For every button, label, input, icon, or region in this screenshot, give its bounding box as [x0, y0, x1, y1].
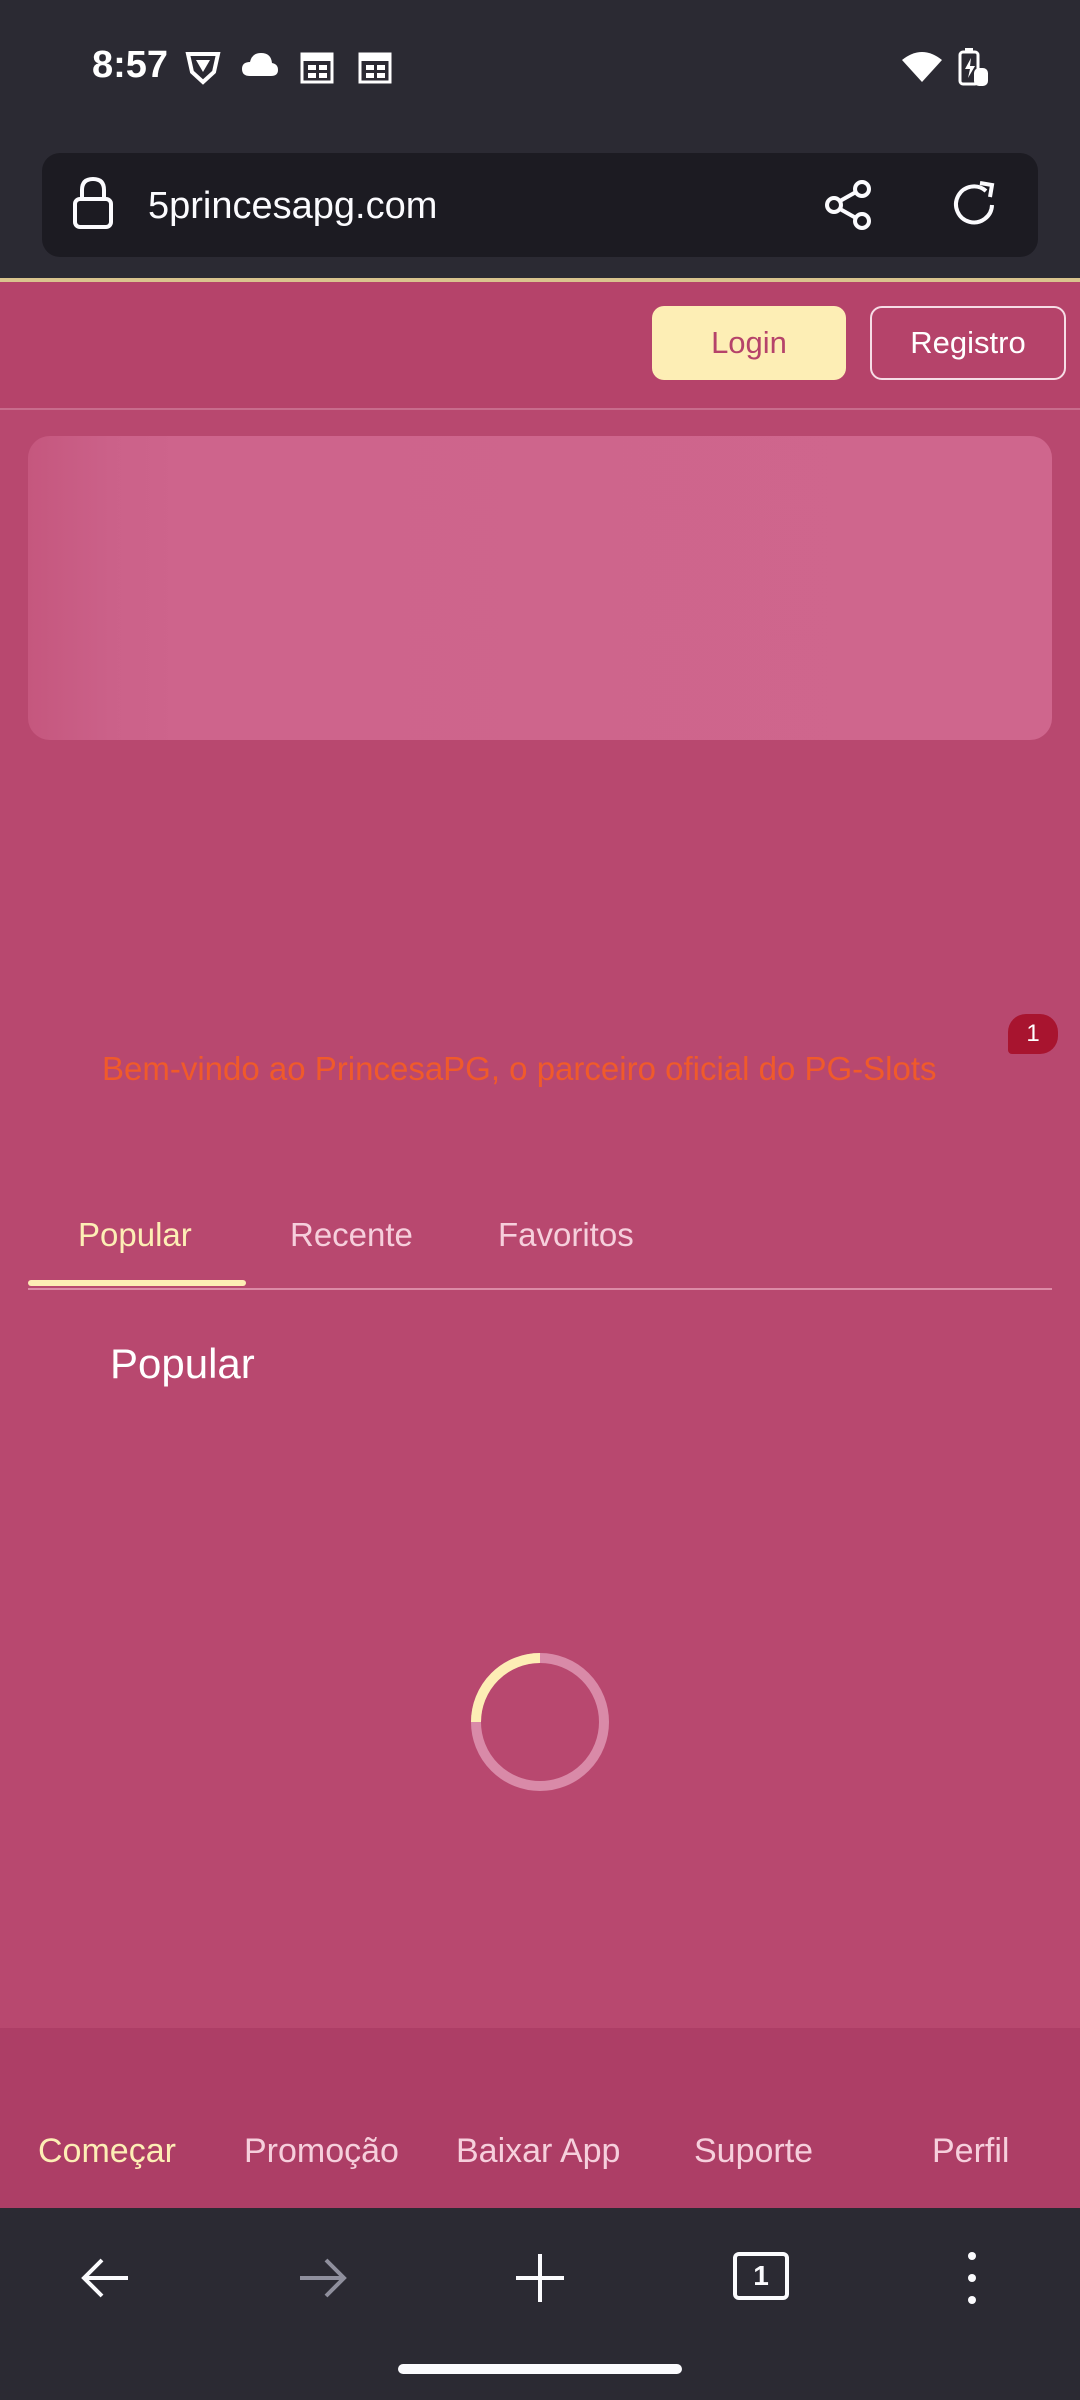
login-button[interactable]: Login — [652, 306, 846, 380]
section-title: Popular — [110, 1340, 255, 1387]
banner-placeholder[interactable] — [28, 436, 1052, 740]
calendar-icon — [358, 52, 392, 84]
tab-popular[interactable]: Popular — [78, 1216, 192, 1254]
cloud-icon — [242, 53, 278, 76]
register-button[interactable]: Registro — [870, 306, 1066, 380]
battery-charging-icon — [958, 48, 988, 86]
announcement-marquee: Bem-vindo ao PrincesaPG, o parceiro ofic… — [102, 1050, 937, 1087]
site-bottom-nav: Começar Promoção Baixar App Suporte Perf… — [0, 2028, 1080, 2208]
nav-baixar-app[interactable]: Baixar App — [456, 2132, 620, 2171]
lock-icon[interactable] — [72, 175, 114, 231]
browser-bottom-toolbar: 1 — [0, 2208, 1080, 2400]
forward-arrow-icon[interactable] — [294, 2250, 350, 2306]
tab-favoritos[interactable]: Favoritos — [498, 1216, 634, 1254]
share-icon[interactable] — [822, 179, 874, 231]
browser-toolbar: 5princesapg.com — [0, 140, 1080, 278]
status-bar: 8:57 — [0, 0, 1080, 140]
loading-spinner — [471, 1653, 609, 1791]
status-time: 8:57 — [92, 44, 169, 86]
more-menu-icon[interactable] — [960, 2248, 984, 2308]
reload-icon[interactable] — [946, 177, 1002, 233]
active-tab-indicator — [28, 1280, 246, 1286]
new-tab-plus-icon[interactable] — [512, 2250, 568, 2306]
message-badge[interactable]: 1 — [1008, 1014, 1058, 1054]
back-arrow-icon[interactable] — [78, 2250, 134, 2306]
tab-recente[interactable]: Recente — [290, 1216, 413, 1254]
calendar-icon — [300, 52, 334, 84]
nav-perfil[interactable]: Perfil — [932, 2132, 1009, 2171]
game-tabs: Popular Recente Favoritos — [28, 1200, 1052, 1290]
gesture-bar[interactable] — [398, 2364, 682, 2374]
site-header: Login Registro — [0, 282, 1080, 410]
tab-count-button[interactable]: 1 — [733, 2252, 789, 2300]
shield-icon — [185, 52, 221, 85]
nav-promocao[interactable]: Promoção — [244, 2132, 399, 2171]
nav-suporte[interactable]: Suporte — [694, 2132, 813, 2171]
url-text[interactable]: 5princesapg.com — [148, 185, 437, 228]
nav-comecar[interactable]: Começar — [38, 2132, 176, 2171]
wifi-icon — [902, 52, 942, 82]
address-bar[interactable]: 5princesapg.com — [42, 153, 1038, 257]
